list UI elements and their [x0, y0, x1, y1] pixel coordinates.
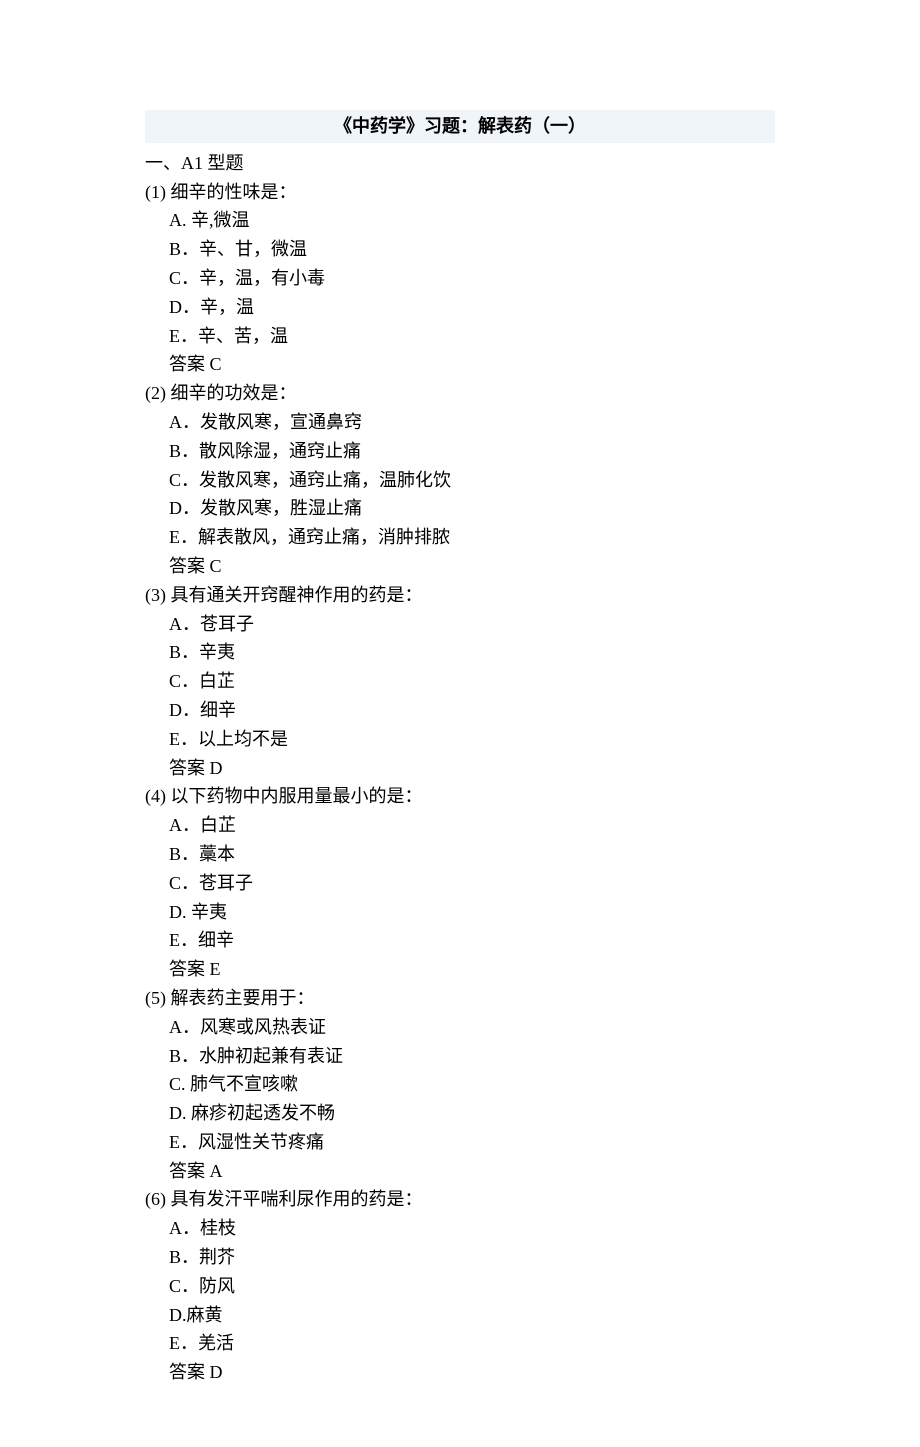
question-option: B．辛夷 [145, 638, 775, 667]
question: (4) 以下药物中内服用量最小的是：A．白芷B．藁本C．苍耳子D. 辛夷E．细辛… [145, 782, 775, 984]
question-option: B．藁本 [145, 840, 775, 869]
section-heading: 一、A1 型题 [145, 149, 775, 178]
question-stem-text: 具有发汗平喘利尿作用的药是： [166, 1189, 423, 1209]
question-option: A．发散风寒，宣通鼻窍 [145, 408, 775, 437]
question-option: A．风寒或风热表证 [145, 1013, 775, 1042]
question-option: C. 肺气不宣咳嗽 [145, 1070, 775, 1099]
question-option: C．发散风寒，通窍止痛，温肺化饮 [145, 466, 775, 495]
question: (3) 具有通关开窍醒神作用的药是：A．苍耳子B．辛夷C．白芷D．细辛E．以上均… [145, 581, 775, 783]
question-option: D. 辛夷 [145, 898, 775, 927]
question-option: B．辛、甘，微温 [145, 235, 775, 264]
question-option: E．细辛 [145, 926, 775, 955]
document-page: 《中药学》习题：解表药（一） 一、A1 型题 (1) 细辛的性味是：A. 辛,微… [0, 0, 920, 1447]
question-stem-text: 细辛的功效是： [166, 383, 297, 403]
questions-container: (1) 细辛的性味是：A. 辛,微温B．辛、甘，微温C．辛，温，有小毒D．辛，温… [145, 178, 775, 1387]
document-title: 《中药学》习题：解表药（一） [145, 110, 775, 143]
question: (6) 具有发汗平喘利尿作用的药是：A．桂枝B．荆芥C．防风D.麻黄E．羌活答案… [145, 1185, 775, 1387]
question-option: C．辛，温，有小毒 [145, 264, 775, 293]
question: (1) 细辛的性味是：A. 辛,微温B．辛、甘，微温C．辛，温，有小毒D．辛，温… [145, 178, 775, 380]
question-option: D.麻黄 [145, 1301, 775, 1330]
question-option: D．辛，温 [145, 293, 775, 322]
question-answer: 答案 E [145, 955, 775, 984]
question-option: A．白芷 [145, 811, 775, 840]
question-number: (3) [145, 585, 166, 605]
question-option: B．散风除湿，通窍止痛 [145, 437, 775, 466]
question-number: (5) [145, 988, 166, 1008]
question: (5) 解表药主要用于：A．风寒或风热表证B．水肿初起兼有表证C. 肺气不宣咳嗽… [145, 984, 775, 1186]
question-option: B．荆芥 [145, 1243, 775, 1272]
question-option: E．解表散风，通窍止痛，消肿排脓 [145, 523, 775, 552]
question-stem-text: 以下药物中内服用量最小的是： [166, 786, 423, 806]
question-answer: 答案 C [145, 552, 775, 581]
question-number: (6) [145, 1189, 166, 1209]
question-option: C．苍耳子 [145, 869, 775, 898]
question: (2) 细辛的功效是：A．发散风寒，宣通鼻窍B．散风除湿，通窍止痛C．发散风寒，… [145, 379, 775, 581]
question-option: C．白芷 [145, 667, 775, 696]
question-stem-text: 细辛的性味是： [166, 182, 297, 202]
question-stem: (5) 解表药主要用于： [145, 984, 775, 1013]
question-stem: (2) 细辛的功效是： [145, 379, 775, 408]
question-option: E．羌活 [145, 1329, 775, 1358]
question-number: (4) [145, 786, 166, 806]
question-answer: 答案 C [145, 350, 775, 379]
question-answer: 答案 A [145, 1157, 775, 1186]
question-option: A．苍耳子 [145, 610, 775, 639]
question-option: B．水肿初起兼有表证 [145, 1042, 775, 1071]
question-option: E．风湿性关节疼痛 [145, 1128, 775, 1157]
question-number: (1) [145, 182, 166, 202]
question-option: A．桂枝 [145, 1214, 775, 1243]
question-stem-text: 具有通关开窍醒神作用的药是： [166, 585, 423, 605]
question-number: (2) [145, 383, 166, 403]
question-stem: (3) 具有通关开窍醒神作用的药是： [145, 581, 775, 610]
question-stem-text: 解表药主要用于： [166, 988, 315, 1008]
question-answer: 答案 D [145, 754, 775, 783]
question-option: E．辛、苦，温 [145, 322, 775, 351]
question-stem: (6) 具有发汗平喘利尿作用的药是： [145, 1185, 775, 1214]
question-answer: 答案 D [145, 1358, 775, 1387]
question-option: D. 麻疹初起透发不畅 [145, 1099, 775, 1128]
question-stem: (4) 以下药物中内服用量最小的是： [145, 782, 775, 811]
question-option: D．细辛 [145, 696, 775, 725]
question-option: D．发散风寒，胜湿止痛 [145, 494, 775, 523]
question-option: A. 辛,微温 [145, 206, 775, 235]
question-stem: (1) 细辛的性味是： [145, 178, 775, 207]
question-option: E．以上均不是 [145, 725, 775, 754]
question-option: C．防风 [145, 1272, 775, 1301]
